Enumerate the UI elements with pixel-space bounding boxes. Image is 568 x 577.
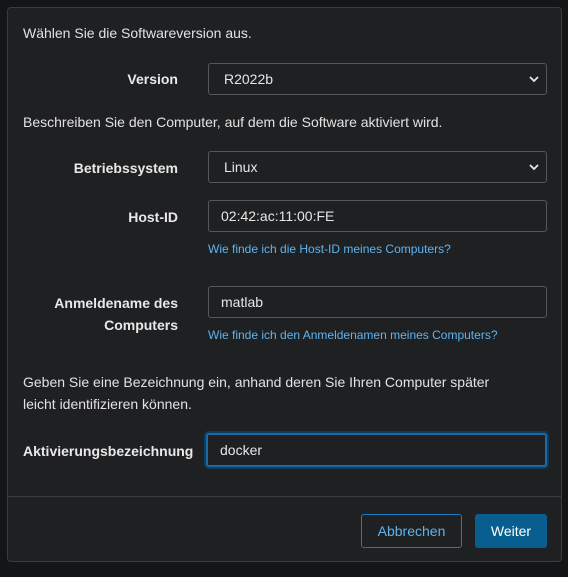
- chevron-down-icon: [529, 164, 539, 171]
- hostid-label: Host-ID: [128, 209, 178, 225]
- hostid-help-link[interactable]: Wie finde ich die Host-ID meines Compute…: [208, 242, 451, 256]
- label-section-intro-line1: Geben Sie eine Bezeichnung ein, anhand d…: [23, 374, 490, 390]
- computer-section-intro: Beschreiben Sie den Computer, auf dem di…: [23, 114, 443, 130]
- login-name-input[interactable]: [208, 286, 547, 318]
- cancel-button[interactable]: Abbrechen: [361, 514, 462, 548]
- version-label: Version: [127, 71, 178, 87]
- activation-label-input[interactable]: [206, 433, 547, 467]
- os-select[interactable]: Linux: [208, 151, 547, 183]
- chevron-down-icon: [529, 76, 539, 83]
- next-button[interactable]: Weiter: [475, 514, 547, 548]
- login-name-label-line2: Computers: [104, 317, 178, 333]
- version-section-intro: Wählen Sie die Softwareversion aus.: [23, 25, 252, 41]
- activation-dialog: Wählen Sie die Softwareversion aus. Vers…: [7, 7, 562, 562]
- login-name-label-line1: Anmeldename des: [54, 295, 178, 311]
- os-label: Betriebssystem: [73, 160, 178, 176]
- hostid-input[interactable]: [208, 200, 547, 232]
- login-name-help-link[interactable]: Wie finde ich den Anmeldenamen meines Co…: [208, 328, 498, 342]
- activation-label: Aktivierungsbezeichnung: [23, 443, 194, 459]
- label-section-intro-line2: leicht identifizieren können.: [23, 396, 192, 412]
- version-select-value: R2022b: [224, 71, 274, 87]
- os-select-value: Linux: [224, 159, 258, 175]
- version-select[interactable]: R2022b: [208, 63, 547, 95]
- footer-divider: [8, 496, 561, 497]
